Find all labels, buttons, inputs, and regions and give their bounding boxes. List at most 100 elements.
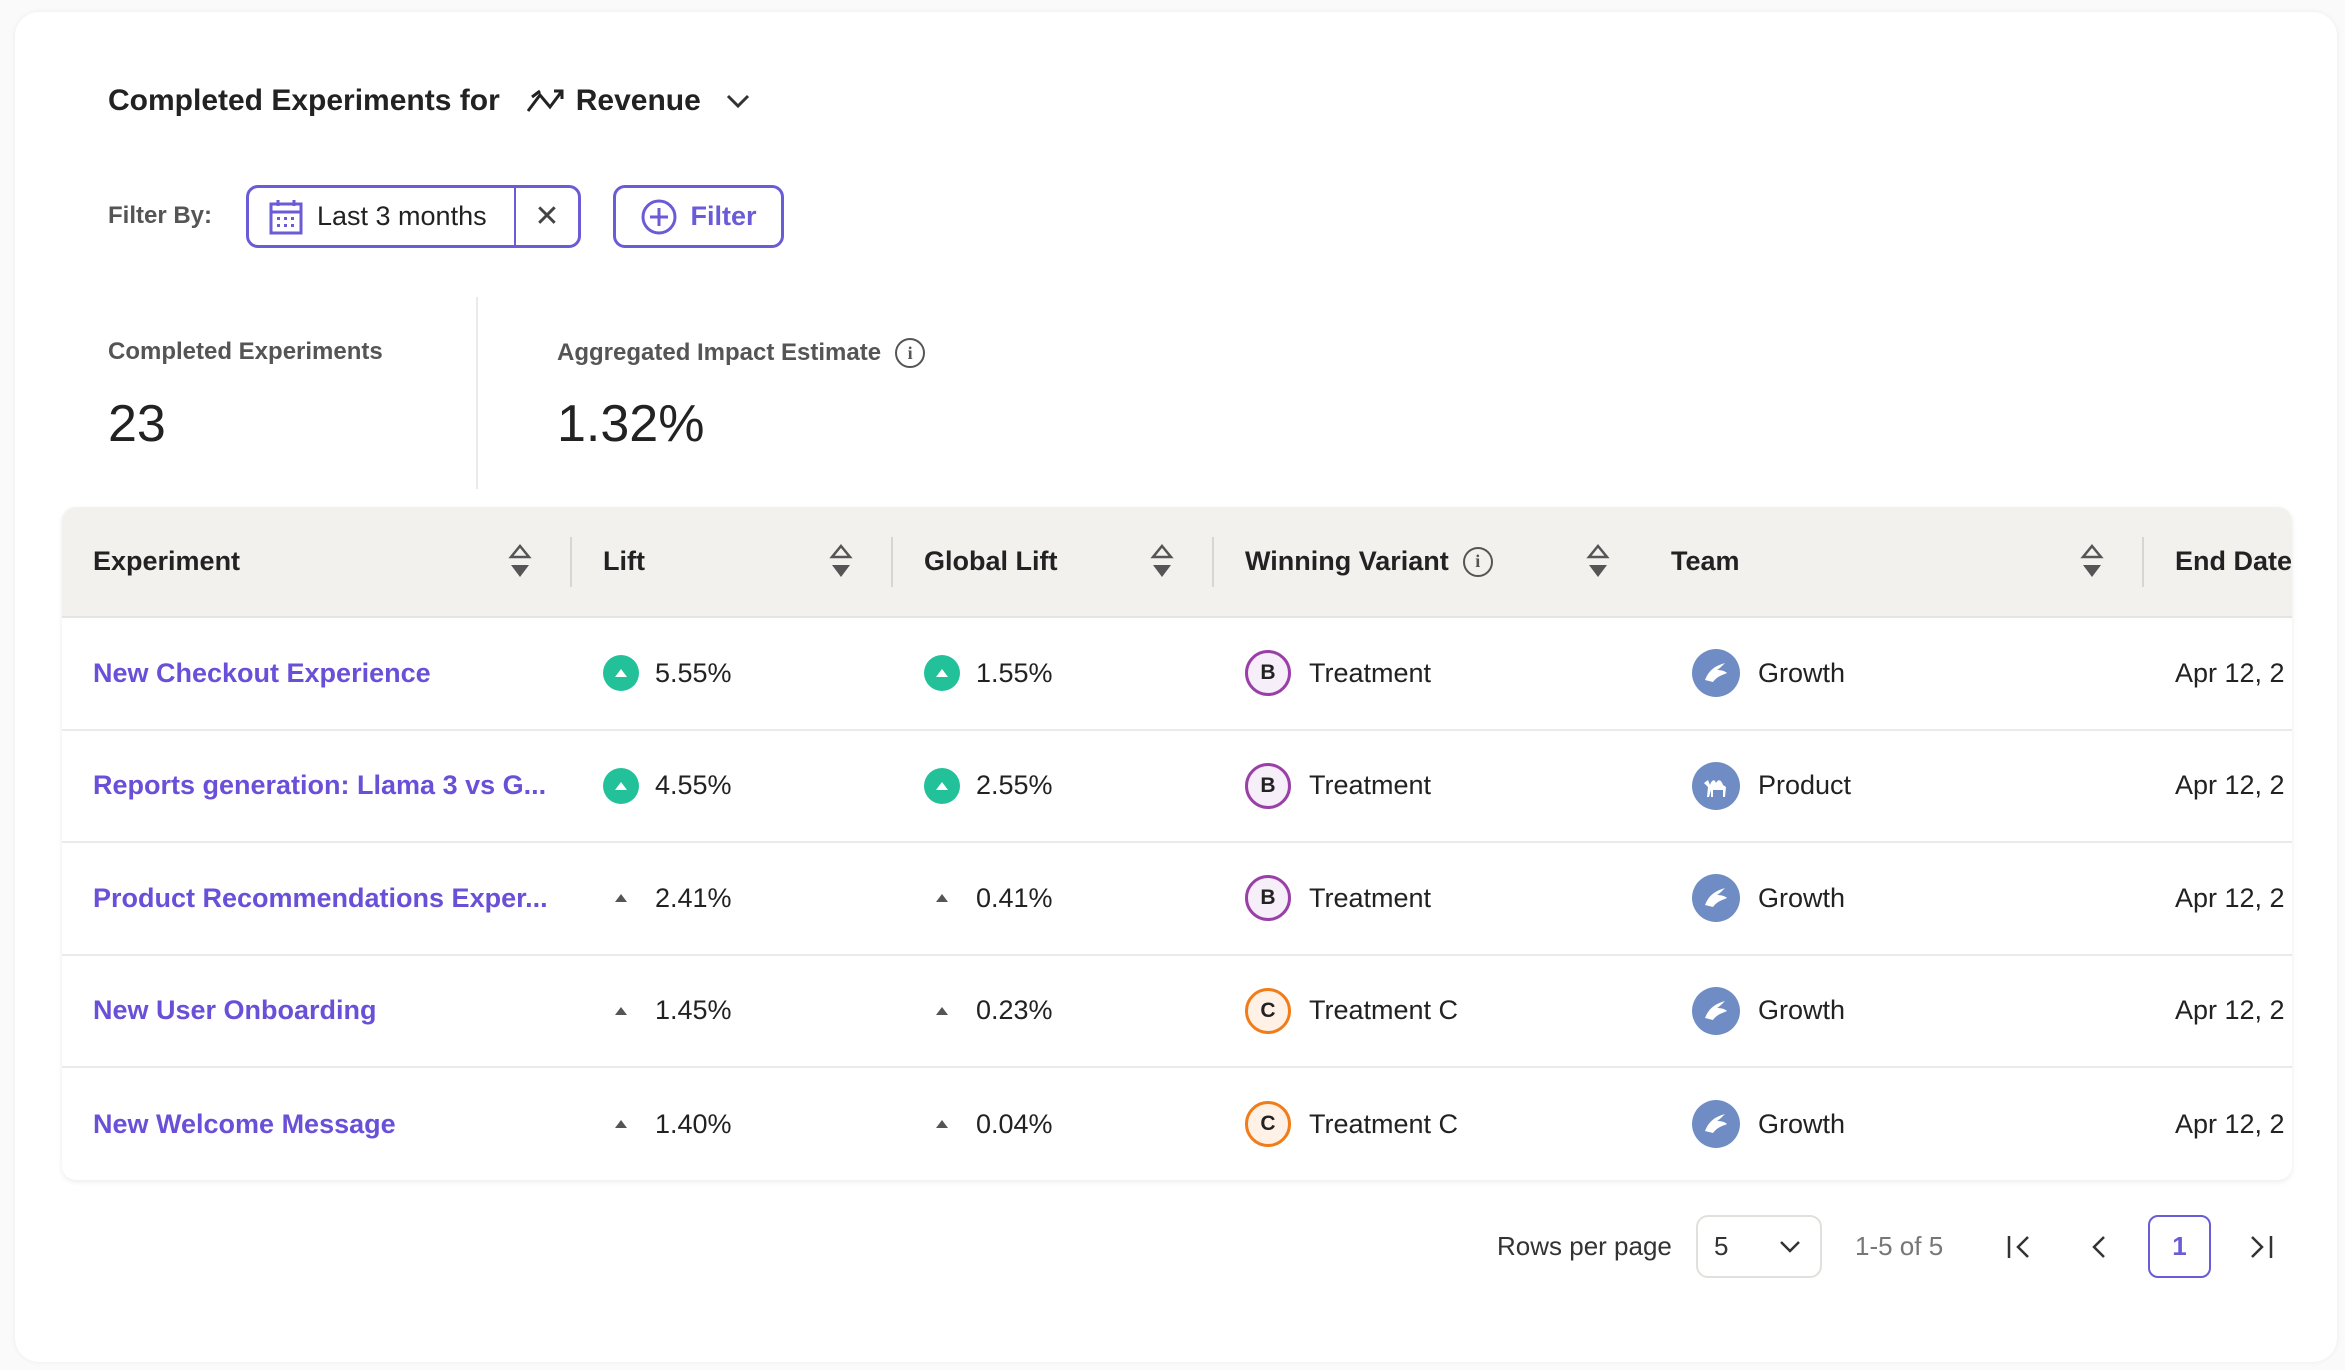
plus-circle-icon: [641, 199, 677, 234]
variant-name: Treatment C: [1309, 1108, 1459, 1139]
team-name: Growth: [1758, 882, 1846, 913]
end-date: Apr 12, 2: [2175, 770, 2285, 801]
table-row[interactable]: New User Onboarding 1.45% 0.23% C Treatment …: [62, 956, 2292, 1068]
metric-selector[interactable]: Revenue: [526, 84, 751, 118]
clear-date-filter-button[interactable]: ✕: [514, 188, 578, 245]
end-date: Apr 12, 2: [2175, 657, 2285, 688]
variant-badge: C: [1245, 1101, 1291, 1148]
table-row[interactable]: Reports generation: Llama 3 vs G... 4.55%…: [62, 731, 2292, 843]
experiment-link[interactable]: Reports generation: Llama 3 vs G...: [93, 770, 546, 801]
last-page-button[interactable]: [2228, 1215, 2291, 1278]
significant-up-icon: [603, 655, 639, 692]
filter-by-label: Filter By:: [108, 202, 213, 229]
page-title: Completed Experiments for Revenue: [108, 84, 751, 118]
sort-icon[interactable]: [1150, 543, 1174, 581]
global-lift-value: 0.23%: [976, 995, 1053, 1026]
impact-label-text: Aggregated Impact Estimate: [557, 339, 882, 366]
sort-icon[interactable]: [2080, 543, 2104, 581]
chevron-left-icon: [2091, 1235, 2105, 1258]
experiment-link[interactable]: Product Recommendations Exper...: [93, 883, 548, 914]
column-header-experiment[interactable]: Experiment: [62, 507, 572, 616]
column-header-winning-variant[interactable]: Winning Variant i: [1214, 507, 1640, 616]
significant-up-icon: [603, 767, 639, 804]
team-name: Growth: [1758, 995, 1846, 1026]
significant-up-icon: [924, 767, 960, 804]
table-row[interactable]: New Welcome Message 1.40% 0.04% C Treatment …: [62, 1068, 2292, 1180]
arrow-up-icon: [924, 1006, 960, 1016]
stat-label-impact: Aggregated Impact Estimate i: [557, 338, 926, 368]
info-icon[interactable]: i: [1462, 546, 1493, 577]
rows-per-page-value: 5: [1714, 1231, 1729, 1261]
page-1-button[interactable]: 1: [2148, 1215, 2211, 1278]
variant-badge: C: [1245, 987, 1291, 1034]
lift-value: 1.40%: [655, 1108, 732, 1139]
column-label: Winning Variant: [1245, 546, 1449, 576]
last-page-icon: [2250, 1235, 2272, 1258]
column-label: Experiment: [93, 546, 241, 576]
crocodile-icon: [1692, 874, 1740, 923]
variant-name: Treatment: [1309, 882, 1432, 913]
stat-value-completed: 23: [108, 395, 166, 453]
first-page-button[interactable]: [1988, 1215, 2051, 1278]
crocodile-icon: [1692, 1100, 1740, 1149]
arrow-up-icon: [603, 1006, 639, 1016]
end-date: Apr 12, 2: [2175, 1108, 2285, 1139]
sort-icon[interactable]: [829, 543, 853, 581]
arrow-up-icon: [924, 893, 960, 903]
experiment-link[interactable]: New Checkout Experience: [93, 658, 431, 689]
lift-value: 4.55%: [655, 770, 732, 801]
arrow-up-icon: [924, 1119, 960, 1129]
first-page-icon: [2007, 1235, 2029, 1258]
date-filter-label: Last 3 months: [317, 201, 487, 231]
significant-up-icon: [924, 655, 960, 692]
crocodile-icon: [1692, 649, 1740, 698]
variant-badge: B: [1245, 875, 1291, 922]
global-lift-value: 0.41%: [976, 882, 1053, 913]
arrow-up-icon: [603, 1119, 639, 1129]
table-row[interactable]: Product Recommendations Exper... 2.41% 0.4…: [62, 843, 2292, 956]
global-lift-value: 0.04%: [976, 1108, 1053, 1139]
column-header-global-lift[interactable]: Global Lift: [893, 507, 1214, 616]
experiment-link[interactable]: New Welcome Message: [93, 1109, 396, 1140]
chevron-down-icon: [726, 94, 749, 109]
add-filter-button[interactable]: Filter: [613, 185, 784, 248]
end-date: Apr 12, 2: [2175, 882, 2285, 913]
pagination-range: 1-5 of 5: [1855, 1231, 1944, 1261]
close-icon: ✕: [534, 200, 560, 233]
table-row[interactable]: New Checkout Experience 5.55% 1.55% B Treatm…: [62, 618, 2292, 731]
global-lift-value: 2.55%: [976, 770, 1053, 801]
title-text: Completed Experiments for: [108, 84, 500, 117]
calendar-icon: [269, 199, 303, 234]
variant-name: Treatment: [1309, 657, 1432, 688]
camel-icon: [1692, 761, 1740, 810]
info-icon[interactable]: i: [895, 338, 926, 368]
column-label: End Date: [2175, 546, 2292, 576]
team-name: Growth: [1758, 1108, 1846, 1139]
column-header-team[interactable]: Team: [1640, 507, 2144, 616]
variant-badge: B: [1245, 650, 1291, 697]
sort-icon[interactable]: [508, 543, 532, 581]
column-header-end-date[interactable]: End Date: [2144, 507, 2292, 616]
experiments-table: Experiment Lift Global Lift Winning Vari…: [62, 507, 2292, 1180]
rows-per-page-select[interactable]: 5: [1696, 1215, 1822, 1278]
stat-label-completed: Completed Experiments: [108, 338, 383, 365]
chevron-down-icon: [1780, 1240, 1800, 1253]
table-header: Experiment Lift Global Lift Winning Vari…: [62, 507, 2292, 618]
variant-name: Treatment C: [1309, 995, 1459, 1026]
column-header-lift[interactable]: Lift: [572, 507, 893, 616]
add-filter-label: Filter: [690, 201, 757, 231]
date-filter-chip[interactable]: Last 3 months ✕: [246, 185, 581, 248]
sort-icon[interactable]: [1586, 543, 1610, 581]
stats-divider: [476, 297, 478, 489]
end-date: Apr 12, 2: [2175, 995, 2285, 1026]
experiment-link[interactable]: New User Onboarding: [93, 995, 377, 1026]
variant-badge: B: [1245, 762, 1291, 809]
metric-label: Revenue: [575, 84, 701, 117]
column-label: Global Lift: [924, 546, 1058, 576]
rows-per-page-label: Rows per page: [1497, 1231, 1672, 1261]
previous-page-button[interactable]: [2067, 1215, 2130, 1278]
variant-name: Treatment: [1309, 770, 1432, 801]
column-label: Lift: [603, 546, 645, 576]
stat-value-impact: 1.32%: [557, 395, 705, 453]
crocodile-icon: [1692, 986, 1740, 1035]
